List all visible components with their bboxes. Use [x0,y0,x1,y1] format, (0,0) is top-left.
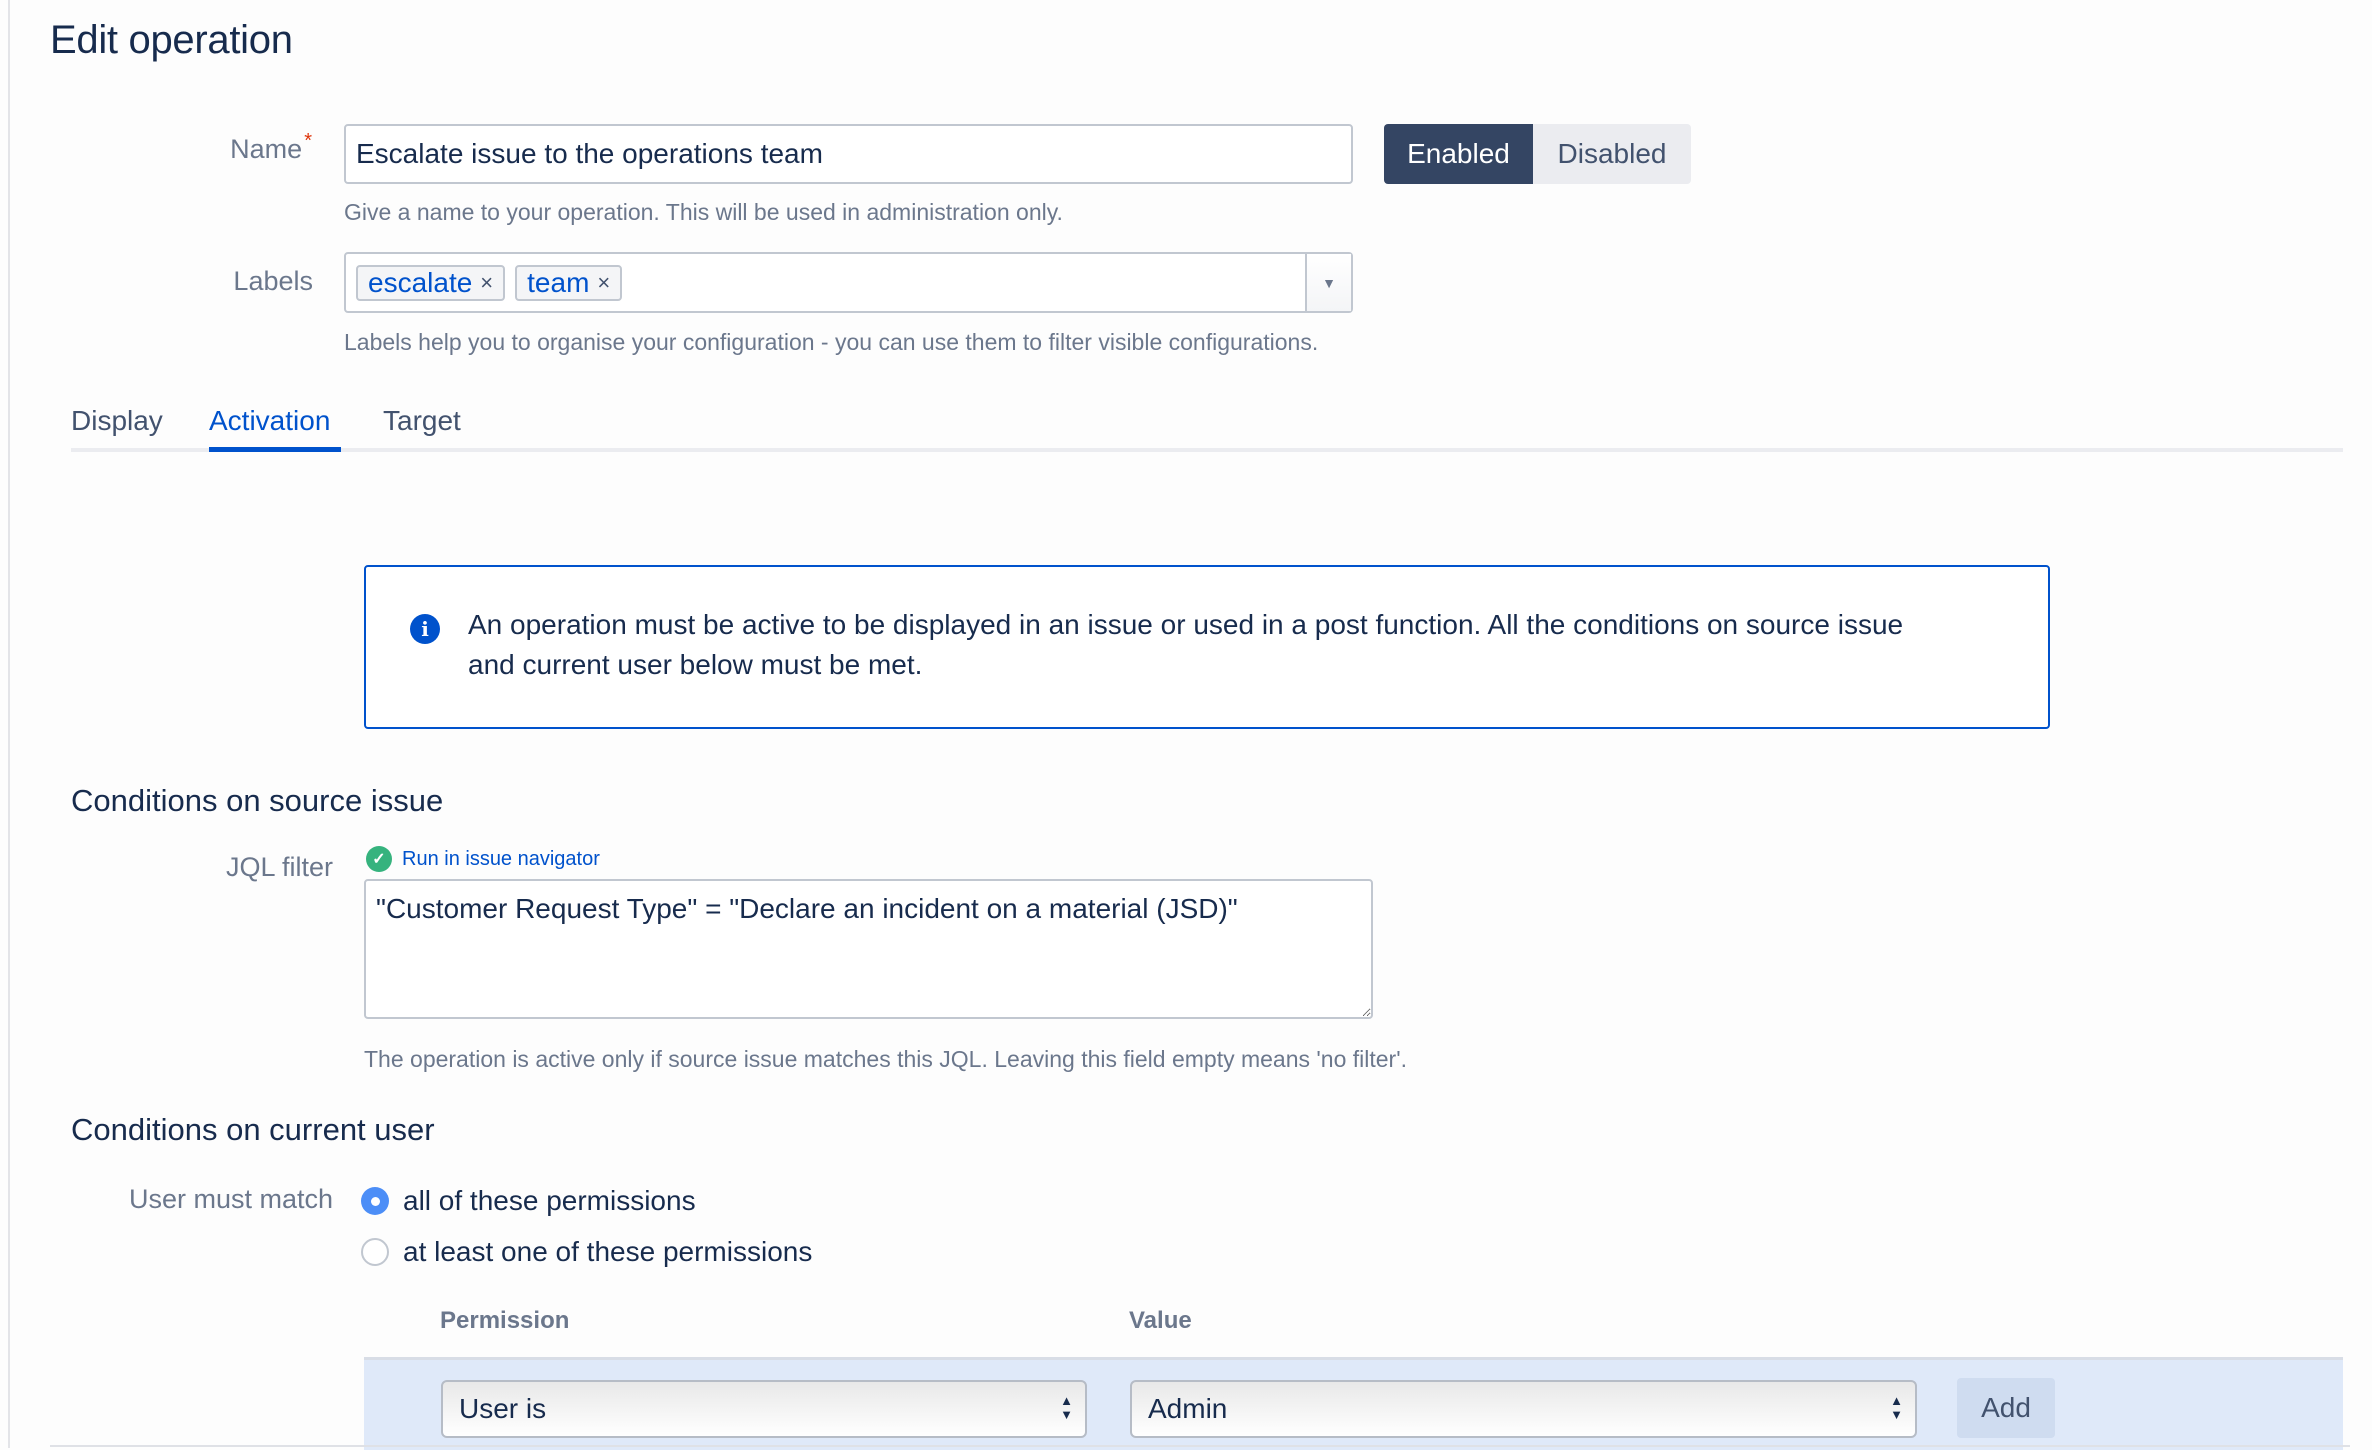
remove-tag-icon[interactable]: × [480,270,493,296]
radio-all-permissions[interactable]: all of these permissions [361,1185,696,1217]
value-select-value: Admin [1148,1393,1228,1424]
current-user-heading: Conditions on current user [71,1112,435,1147]
jql-filter-input[interactable] [364,879,1373,1019]
labels-input[interactable]: escalate × team × ▼ [344,252,1353,313]
remove-tag-icon[interactable]: × [597,270,610,296]
disabled-button[interactable]: Disabled [1533,124,1691,184]
tab-display[interactable]: Display [71,405,163,437]
jql-help-text: The operation is active only if source i… [364,1046,1407,1072]
label-tag-text: escalate [368,266,473,298]
radio-unselected-icon[interactable] [361,1238,389,1266]
value-column-header: Value [1129,1307,1192,1334]
name-label-text: Name [230,134,303,164]
name-input[interactable]: Escalate issue to the operations team [344,124,1353,184]
labels-label: Labels [233,266,313,296]
select-arrows-icon: ▲ ▼ [1890,1393,1903,1422]
permission-select-value: User is [459,1393,547,1424]
run-link-text[interactable]: Run in issue navigator [402,848,600,871]
bottom-divider [50,1445,2350,1447]
tab-activation[interactable]: Activation [209,405,330,437]
add-permission-button[interactable]: Add [1957,1378,2055,1438]
info-message-text: An operation must be active to be displa… [468,609,1904,680]
select-arrows-icon: ▲ ▼ [1060,1393,1073,1422]
new-permission-row: User is ▲ ▼ Admin ▲ ▼ Add [364,1357,2343,1450]
user-must-match-label: User must match [128,1184,333,1214]
source-issue-heading: Conditions on source issue [71,783,444,818]
chevron-down-icon[interactable]: ▼ [1305,254,1351,311]
radio-label: at least one of these permissions [403,1236,813,1267]
label-tag: team × [515,264,623,301]
tabs-divider [71,448,2343,452]
info-icon: i [410,614,440,644]
name-label: Name * [230,130,312,165]
radio-label: all of these permissions [403,1185,696,1216]
permission-select[interactable]: User is ▲ ▼ [441,1380,1087,1438]
permission-column-header: Permission [440,1307,570,1334]
status-toggle: Enabled Disabled [1384,124,1691,184]
name-help-text: Give a name to your operation. This will… [344,199,1063,225]
labels-help-text: Labels help you to organise your configu… [344,329,1319,355]
run-in-navigator-link[interactable]: ✓ Run in issue navigator [366,846,600,872]
check-circle-icon: ✓ [366,846,392,872]
radio-selected-icon[interactable] [361,1187,389,1215]
tab-target[interactable]: Target [383,405,461,437]
page-title: Edit operation [50,18,293,62]
label-tag-text: team [527,266,590,298]
label-tag: escalate × [356,264,506,301]
radio-any-permission[interactable]: at least one of these permissions [361,1236,812,1268]
info-message: i An operation must be active to be disp… [364,565,2050,729]
active-tab-indicator [209,447,341,452]
jql-filter-label: JQL filter [225,852,333,882]
page-left-border [8,0,10,1448]
value-select[interactable]: Admin ▲ ▼ [1130,1380,1917,1438]
enabled-button[interactable]: Enabled [1384,124,1533,184]
required-marker: * [304,130,312,152]
